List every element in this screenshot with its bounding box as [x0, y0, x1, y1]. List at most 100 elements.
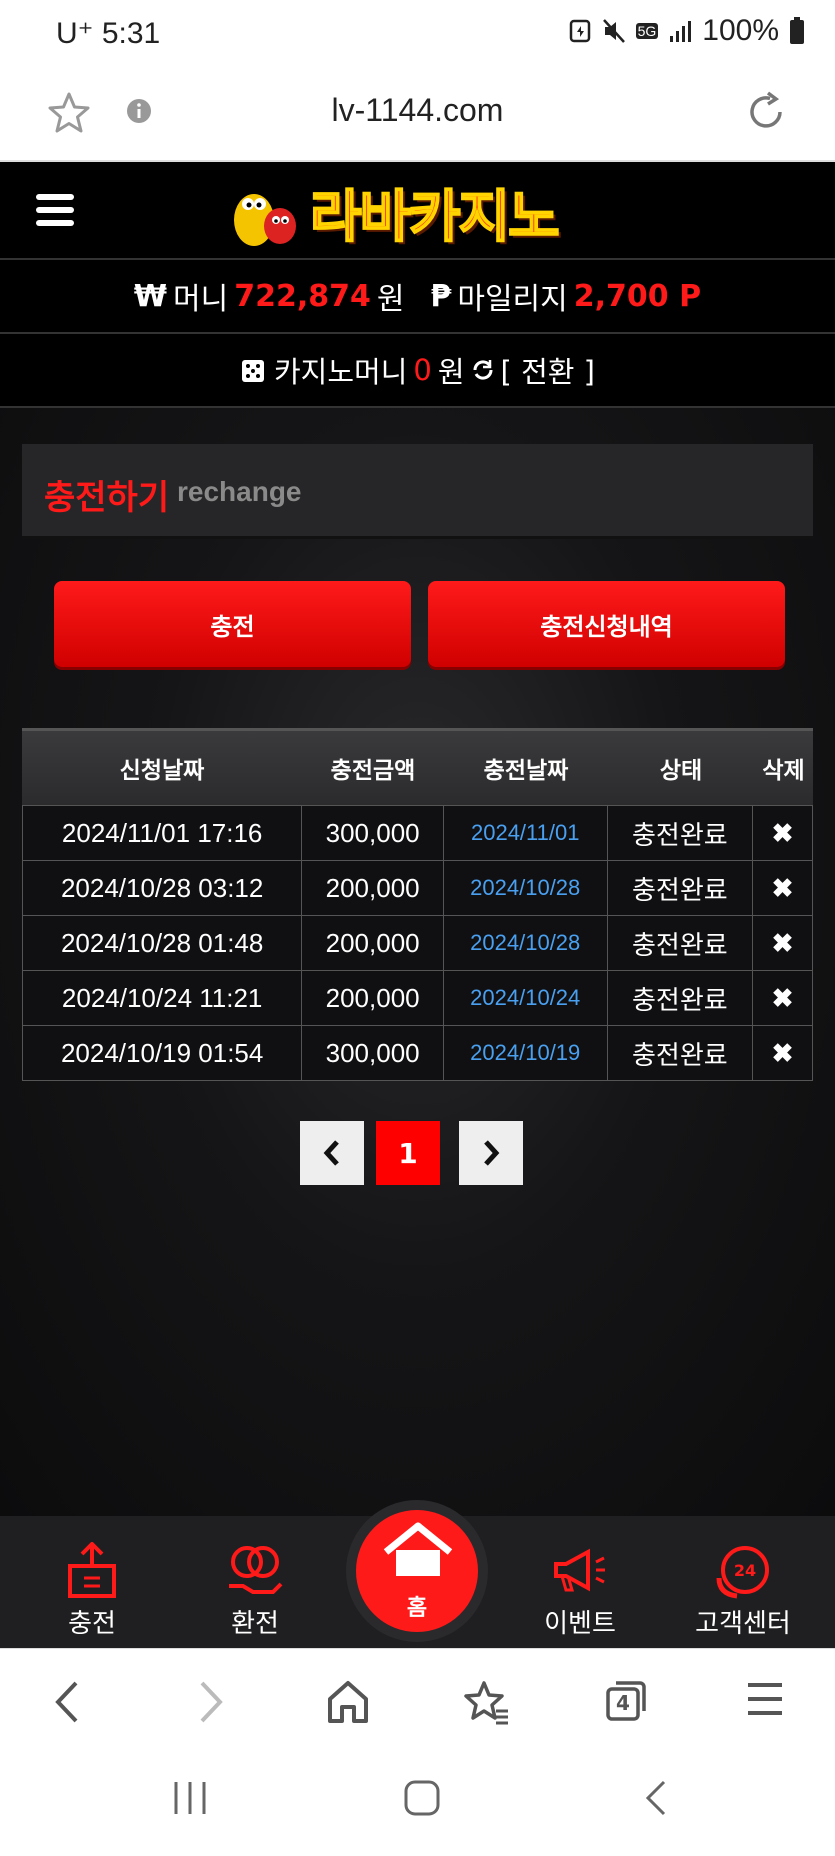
nav-support[interactable]: 24 고객센터	[673, 1516, 813, 1648]
header-amount: 충전금액	[330, 758, 416, 784]
convert-button[interactable]: [ 전환 ]	[501, 349, 595, 391]
system-back-icon[interactable]	[640, 1778, 670, 1818]
delete-icon[interactable]: ✖	[753, 806, 812, 860]
cell-request-date: 2024/11/01 17:16	[23, 806, 303, 860]
money-value: 722,874	[234, 278, 371, 314]
cell-request-date: 2024/10/28 03:12	[23, 861, 303, 915]
browser-toolbar: 4	[0, 1648, 835, 1755]
nav-charge-label: 충전	[68, 1609, 116, 1639]
casino-money-unit: 원	[437, 355, 465, 389]
chevron-right-icon	[484, 1140, 500, 1166]
tabs-count: 4	[616, 1691, 630, 1715]
nav-home-label: 홈	[406, 1596, 428, 1621]
status-bar: U⁺ 5:31 5G 100%	[0, 0, 835, 72]
cell-amount: 300,000	[302, 806, 444, 860]
home-icon	[383, 1522, 453, 1576]
pager-prev-button[interactable]	[300, 1121, 364, 1185]
money-label: 머니	[173, 282, 229, 317]
system-nav-bar	[0, 1754, 835, 1856]
delete-icon[interactable]: ✖	[753, 971, 812, 1025]
header-status: 상태	[659, 758, 703, 784]
cell-status: 충전완료	[608, 806, 754, 860]
nav-home-button[interactable]: 홈	[346, 1500, 488, 1642]
header-delete: 삭제	[762, 758, 805, 784]
cell-status: 충전완료	[608, 1026, 754, 1080]
cell-request-date: 2024/10/24 11:21	[23, 971, 303, 1025]
casino-money-label: 카지노머니	[274, 355, 408, 389]
casino-money-value: 0	[413, 353, 432, 387]
cell-charge-date: 2024/10/28	[444, 916, 608, 970]
delete-icon[interactable]: ✖	[753, 916, 812, 970]
cell-charge-date: 2024/11/01	[444, 806, 608, 860]
hamburger-menu-icon[interactable]	[36, 192, 74, 228]
table-row: 2024/11/01 17:16 300,000 2024/11/01 충전완료…	[22, 805, 813, 861]
support-badge: 24	[734, 1561, 756, 1580]
cell-request-date: 2024/10/28 01:48	[23, 916, 303, 970]
cell-charge-date: 2024/10/24	[444, 971, 608, 1025]
charge-history-table: 신청날짜 충전금액 충전날짜 상태 삭제 2024/11/01 17:16 30…	[22, 728, 813, 1081]
network-5g-icon: 5G	[635, 23, 659, 39]
nav-event[interactable]: 이벤트	[510, 1516, 650, 1648]
cell-amount: 300,000	[302, 1026, 444, 1080]
support-24-icon: 24	[716, 1546, 769, 1599]
bookmarks-icon[interactable]	[464, 1679, 510, 1725]
mileage-label: 마일리지	[457, 282, 568, 317]
money-bar: ₩ 머니 722,874 원 ₱ 마일리지 2,700 P	[0, 260, 835, 334]
battery-saver-icon	[569, 19, 590, 43]
forward-icon[interactable]	[192, 1679, 228, 1725]
back-icon[interactable]	[50, 1679, 86, 1725]
money-unit: 원	[376, 282, 405, 317]
browser-url-bar: lv-1144.com	[0, 72, 835, 162]
status-time: U⁺ 5:31	[56, 17, 161, 50]
refresh-icon[interactable]	[471, 358, 495, 382]
menu-icon[interactable]	[746, 1679, 784, 1719]
dice-icon	[242, 360, 264, 382]
larva-mascot-icon	[234, 194, 296, 246]
reload-icon[interactable]	[744, 90, 788, 134]
cell-status: 충전완료	[608, 861, 754, 915]
site-header: 라바카지노	[0, 162, 835, 260]
delete-icon[interactable]: ✖	[753, 1026, 812, 1080]
system-home-icon[interactable]	[402, 1778, 442, 1818]
cell-status: 충전완료	[608, 971, 754, 1025]
megaphone-icon	[554, 1548, 605, 1592]
nav-exchange-label: 환전	[231, 1609, 279, 1639]
cell-status: 충전완료	[608, 916, 754, 970]
casino-money-bar: 카지노머니 0 원 [ 전환 ]	[0, 334, 835, 408]
battery-icon	[790, 17, 804, 44]
nav-event-label: 이벤트	[544, 1609, 616, 1639]
nav-support-label: 고객센터	[695, 1609, 791, 1639]
mute-icon	[602, 19, 625, 43]
table-row: 2024/10/28 01:48 200,000 2024/10/28 충전완료…	[22, 916, 813, 971]
peso-icon: ₱	[430, 278, 452, 314]
home-browser-icon[interactable]	[326, 1679, 370, 1725]
chevron-left-icon	[323, 1140, 339, 1166]
cell-charge-date: 2024/10/19	[444, 1026, 608, 1080]
battery-percent: 100%	[702, 14, 779, 47]
url-text[interactable]: lv-1144.com	[0, 92, 835, 129]
table-row: 2024/10/19 01:54 300,000 2024/10/19 충전완료…	[22, 1026, 813, 1081]
pager-current-page[interactable]: 1	[376, 1121, 440, 1185]
nav-exchange[interactable]: 환전	[185, 1516, 325, 1648]
mileage-value: 2,700 P	[573, 278, 702, 314]
charge-history-button[interactable]: 충전신청내역	[428, 581, 785, 667]
won-icon: ₩	[133, 278, 168, 314]
table-header: 신청날짜 충전금액 충전날짜 상태 삭제	[22, 728, 813, 805]
charge-box-icon	[68, 1542, 116, 1598]
cell-amount: 200,000	[302, 861, 444, 915]
nav-charge[interactable]: 충전	[22, 1516, 162, 1648]
coins-hand-icon	[229, 1546, 283, 1594]
delete-icon[interactable]: ✖	[753, 861, 812, 915]
site-logo[interactable]: 라바카지노	[309, 172, 561, 253]
section-header: 충전하기 rechange	[22, 444, 813, 539]
cell-charge-date: 2024/10/28	[444, 861, 608, 915]
recent-apps-icon[interactable]	[170, 1778, 210, 1818]
pager-next-button[interactable]	[459, 1121, 523, 1185]
header-request-date: 신청날짜	[119, 758, 205, 784]
table-row: 2024/10/24 11:21 200,000 2024/10/24 충전완료…	[22, 971, 813, 1026]
charge-button[interactable]: 충전	[54, 581, 411, 667]
cell-request-date: 2024/10/19 01:54	[23, 1026, 303, 1080]
section-title: 충전하기	[44, 478, 170, 518]
tabs-button[interactable]: 4	[604, 1679, 648, 1723]
table-row: 2024/10/28 03:12 200,000 2024/10/28 충전완료…	[22, 861, 813, 916]
